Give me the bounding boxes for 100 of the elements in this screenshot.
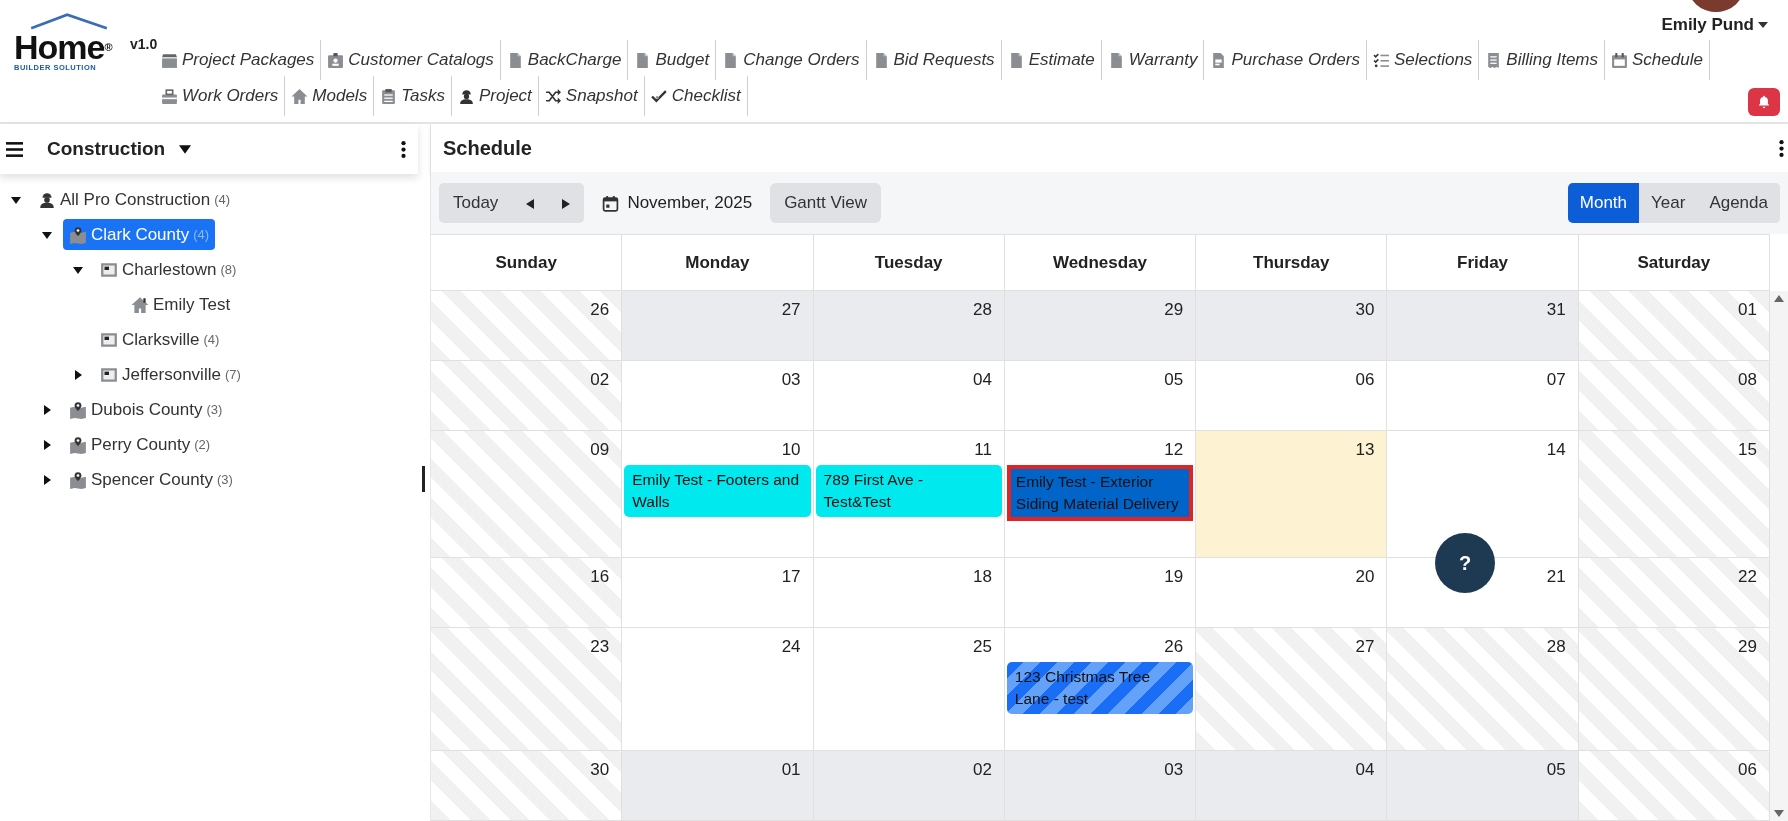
- day-cell[interactable]: 27: [622, 291, 814, 360]
- day-cell[interactable]: 29: [1578, 628, 1770, 750]
- nav-link[interactable]: Change Orders: [716, 40, 867, 80]
- gantt-view-button[interactable]: Gantt View: [770, 183, 881, 223]
- tree-item[interactable]: All Pro Construction (4): [32, 183, 237, 216]
- nav-link[interactable]: Models: [285, 76, 375, 116]
- day-cell[interactable]: 17: [622, 558, 814, 627]
- expand-icon[interactable]: [42, 404, 52, 415]
- caret-icon: [1758, 21, 1768, 28]
- tree-item[interactable]: Charlestown (8): [94, 253, 243, 286]
- nav-link[interactable]: Checklist: [644, 76, 748, 116]
- day-cell[interactable]: 28: [1387, 628, 1579, 750]
- day-cell[interactable]: 13: [1196, 431, 1388, 557]
- day-cell[interactable]: 25: [813, 628, 1005, 750]
- next-icon: [562, 198, 571, 209]
- day-cell[interactable]: 03: [622, 361, 814, 430]
- day-number: 30: [590, 759, 611, 781]
- nav-link[interactable]: Billing Items: [1479, 40, 1605, 80]
- nav-link[interactable]: Customer Catalogs: [321, 40, 501, 80]
- day-cell[interactable]: 27: [1196, 628, 1388, 750]
- tree-item[interactable]: Spencer County (3): [63, 463, 239, 496]
- day-cell[interactable]: 15: [1578, 431, 1770, 557]
- day-cell[interactable]: 09: [431, 431, 623, 557]
- day-number: 12: [1164, 439, 1185, 461]
- nav-link[interactable]: Budget: [628, 40, 717, 80]
- day-cell[interactable]: 23: [431, 628, 623, 750]
- day-cell[interactable]: 10 Emily Test - Footers and Walls: [622, 431, 814, 557]
- previous-icon: [526, 198, 535, 209]
- nav-link[interactable]: Project: [451, 76, 539, 116]
- day-cell[interactable]: 26 123 Christmas Tree Lane - test: [1004, 628, 1197, 750]
- event[interactable]: 789 First Ave - Test&Test: [815, 464, 1002, 517]
- id-badge-icon: [327, 51, 345, 69]
- frame-icon: [100, 365, 118, 384]
- day-cell[interactable]: 31: [1387, 291, 1579, 360]
- day-cell[interactable]: 03: [1004, 751, 1197, 820]
- notification-button[interactable]: [1748, 88, 1780, 116]
- day-cell[interactable]: 01: [622, 751, 814, 820]
- day-cell[interactable]: 07: [1387, 361, 1579, 430]
- caret-icon: [179, 144, 192, 154]
- shuffle-icon: [544, 87, 562, 105]
- expand-icon[interactable]: [42, 439, 52, 450]
- nav-link[interactable]: Work Orders: [155, 76, 286, 116]
- nav-link[interactable]: Schedule: [1605, 40, 1710, 80]
- day-cell[interactable]: 20: [1196, 558, 1388, 627]
- bell-icon: [1757, 95, 1771, 109]
- day-cell[interactable]: 05: [1004, 361, 1197, 430]
- calendar-icon: [602, 194, 620, 212]
- nav-link[interactable]: Purchase Orders: [1204, 40, 1367, 80]
- event[interactable]: Emily Test - Footers and Walls: [624, 464, 811, 517]
- day-cell[interactable]: 02: [813, 751, 1005, 820]
- day-cell[interactable]: 24: [622, 628, 814, 750]
- day-cell[interactable]: 01: [1578, 291, 1770, 360]
- tree-item[interactable]: Perry County (2): [63, 428, 217, 461]
- tree-item[interactable]: Dubois County (3): [63, 393, 229, 426]
- day-number: 15: [1738, 439, 1758, 461]
- day-cell[interactable]: 04: [813, 361, 1005, 430]
- nav-link[interactable]: Snapshot: [538, 76, 645, 116]
- nav-link[interactable]: Selections: [1366, 40, 1480, 80]
- day-cell[interactable]: 12 Emily Test - Exterior Siding Material Delivery: [1004, 431, 1197, 557]
- nav-link[interactable]: Bid Requests: [866, 40, 1002, 80]
- day-cell[interactable]: 05: [1387, 751, 1579, 820]
- tree-item[interactable]: Clark County (4): [63, 218, 216, 251]
- tree-item[interactable]: Jeffersonville (7): [94, 358, 247, 391]
- nav-link[interactable]: BackCharge: [500, 40, 629, 80]
- expand-icon[interactable]: [42, 474, 52, 485]
- day-cell[interactable]: 26: [431, 291, 623, 360]
- collapse-icon[interactable]: [11, 194, 21, 205]
- day-cell[interactable]: 04: [1196, 751, 1388, 820]
- panel-title: Schedule: [443, 136, 532, 161]
- collapse-icon[interactable]: [73, 264, 83, 275]
- day-cell[interactable]: 06: [1578, 751, 1770, 820]
- day-cell[interactable]: 30: [1196, 291, 1388, 360]
- day-cell[interactable]: 28: [813, 291, 1005, 360]
- collapse-icon[interactable]: [42, 229, 52, 240]
- nav-link[interactable]: Warranty: [1101, 40, 1205, 80]
- day-cell[interactable]: 08: [1578, 361, 1770, 430]
- day-cell[interactable]: 19: [1004, 558, 1197, 627]
- resize-handle[interactable]: [422, 466, 425, 492]
- expand-icon[interactable]: [73, 369, 83, 380]
- tree-item[interactable]: Clarksville (4): [94, 323, 226, 356]
- day-cell[interactable]: 16: [431, 558, 623, 627]
- help-button[interactable]: ?: [1435, 533, 1495, 593]
- event[interactable]: 123 Christmas Tree Lane - test: [1006, 661, 1194, 714]
- day-cell[interactable]: 30: [431, 751, 623, 820]
- day-number: 04: [1355, 759, 1376, 781]
- day-number: 03: [1164, 759, 1185, 781]
- tree-item[interactable]: Emily Test: [125, 288, 237, 321]
- day-cell[interactable]: 02: [431, 361, 623, 430]
- day-number: 06: [1738, 759, 1758, 781]
- day-cell[interactable]: 29: [1004, 291, 1197, 360]
- user-menu[interactable]: Emily Pund: [1661, 12, 1768, 38]
- day-cell[interactable]: 06: [1196, 361, 1388, 430]
- day-cell[interactable]: 11 789 First Ave - Test&Test: [813, 431, 1005, 557]
- view-tab[interactable]: Month: [1567, 183, 1639, 223]
- nav-link[interactable]: Estimate: [1001, 40, 1102, 80]
- day-cell[interactable]: 22: [1578, 558, 1770, 627]
- day-number: 21: [1546, 566, 1567, 588]
- day-cell[interactable]: 18: [813, 558, 1005, 627]
- nav-link[interactable]: Tasks: [374, 76, 452, 116]
- scrollbar[interactable]: [1770, 291, 1788, 821]
